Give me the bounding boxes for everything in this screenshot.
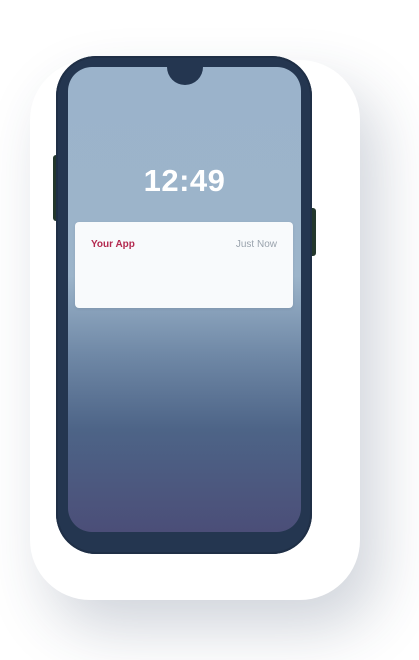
notification-timestamp: Just Now [235,239,277,250]
notification-app-name: Your App [91,239,135,250]
lockscreen-clock: 12:49 [143,163,226,198]
notification-card[interactable]: Your App Just Now [75,222,293,308]
mockup-stage: 12:49 Your App Just Now [0,0,419,660]
